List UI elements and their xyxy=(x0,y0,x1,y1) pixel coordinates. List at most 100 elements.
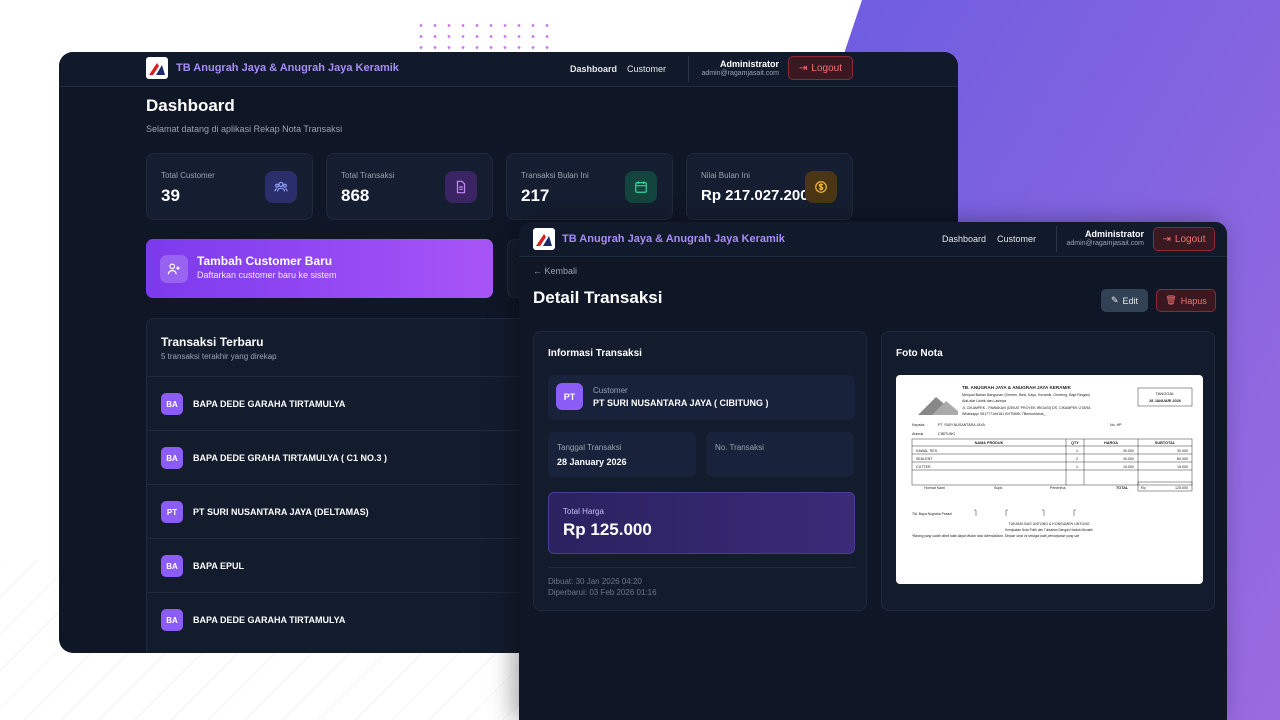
document-icon xyxy=(445,171,477,203)
nota-hormat: Hormat Kami xyxy=(924,486,945,490)
nav-dashboard[interactable]: Dashboard xyxy=(570,64,617,74)
page-subtitle: Selamat datang di aplikasi Rekap Nota Tr… xyxy=(146,124,343,134)
user-plus-icon xyxy=(160,255,188,283)
top-navbar: TB Anugrah Jaya & Anugrah Jaya Keramik D… xyxy=(519,222,1227,257)
nota-desc1: Menjual Bahan Bangunan (Semen, Besi, Kay… xyxy=(962,393,1090,397)
total-box: Total Harga Rp 125.000 xyxy=(548,492,855,554)
avatar: BA xyxy=(161,609,183,631)
avatar: BA xyxy=(161,555,183,577)
page-title: Dashboard xyxy=(146,96,235,115)
customer-name: PT SURI NUSANTARA JAYA (DELTAMAS) xyxy=(193,507,369,517)
user-email: admin@ragamjasait.com xyxy=(701,70,779,77)
divider xyxy=(548,567,855,568)
stat-value: 868 xyxy=(341,186,370,205)
nota-row-qty: 1 xyxy=(1076,465,1078,469)
back-label: Kembali xyxy=(544,266,578,276)
page-title: Detail Transaksi xyxy=(533,288,663,307)
updated-at: Diperbarui: 03 Feb 2026 01:16 xyxy=(548,588,657,597)
customer-box: PT Customer PT SURI NUSANTARA JAYA ( CIB… xyxy=(548,375,855,420)
nota-row-qty: 1 xyxy=(1076,449,1078,453)
nota-kepada-label: Kepada xyxy=(912,423,924,427)
nota-alamat-value: CIBITUNG xyxy=(938,432,955,436)
receipt-logo xyxy=(918,397,958,415)
customer-name: BAPA DEDE GRAHA TIRTAMULYA ( C1 NO.3 ) xyxy=(193,453,388,463)
customer-label: Customer xyxy=(593,386,628,395)
stat-card-transaksi: Total Transaksi 868 xyxy=(326,153,493,220)
coin-icon xyxy=(805,171,837,203)
brand-logo[interactable] xyxy=(533,228,555,250)
avatar: PT xyxy=(556,383,583,410)
add-customer-button[interactable]: Tambah Customer Baru Daftarkan customer … xyxy=(146,239,493,298)
total-label: Total Harga xyxy=(563,507,604,516)
logout-icon: ⇥ xyxy=(1162,233,1171,245)
nota-sign-marks xyxy=(974,509,1076,516)
nav-dashboard[interactable]: Dashboard xyxy=(942,234,986,244)
stat-label: Total Customer xyxy=(161,171,215,180)
logout-label: Logout xyxy=(1174,233,1206,245)
stat-label: Nilai Bulan Ini xyxy=(701,171,750,180)
nota-date-label: TANGGAL xyxy=(1156,391,1176,396)
cta-subtitle: Daftarkan customer baru ke sistem xyxy=(197,270,337,280)
back-link[interactable]: ← Kembali xyxy=(533,266,577,276)
brand-name[interactable]: TB Anugrah Jaya & Anugrah Jaya Keramik xyxy=(562,233,785,245)
avatar: PT xyxy=(161,501,183,523)
number-label: No. Transaksi xyxy=(715,443,764,452)
decor-dots xyxy=(414,20,549,50)
nota-foot2: Kemjuakan Nota Putih dan Tulisahan Denga… xyxy=(1005,528,1093,532)
delete-label: Hapus xyxy=(1180,295,1207,306)
stat-label: Total Transaksi xyxy=(341,171,395,180)
customer-name: BAPA DEDE GARAHA TIRTAMULYA xyxy=(193,399,346,409)
stat-value: 39 xyxy=(161,186,180,205)
nota-header-qty: QTY xyxy=(1071,441,1079,445)
customer-name[interactable]: PT SURI NUSANTARA JAYA ( CIBITUNG ) xyxy=(593,398,769,408)
nota-store: TB. ANUGRAH JAYA & ANUGRAH JAYA KERAMIK xyxy=(962,385,1072,390)
logout-label: Logout xyxy=(811,62,842,74)
nota-total-value: 125.000 xyxy=(1175,486,1188,490)
delete-button[interactable]: 🗑 Hapus xyxy=(1156,289,1216,312)
top-navbar: TB Anugrah Jaya & Anugrah Jaya Keramik D… xyxy=(59,52,958,87)
edit-label: Edit xyxy=(1122,295,1139,306)
nota-row-subtotal: 80.000 xyxy=(1177,457,1188,461)
cta-title: Tambah Customer Baru xyxy=(197,254,333,268)
panel-subtitle: 5 transaksi terakhir yang direkap xyxy=(161,352,277,361)
user-name: Administrator xyxy=(719,59,779,69)
stat-card-customer: Total Customer 39 xyxy=(146,153,313,220)
transaction-info-card: Informasi Transaksi PT Customer PT SURI … xyxy=(533,331,867,611)
user-name: Administrator xyxy=(1084,229,1144,239)
nota-row-subtotal: 30.000 xyxy=(1177,449,1188,453)
date-value: 28 January 2026 xyxy=(557,457,627,467)
nota-header-subtotal: SUBTOTAL xyxy=(1155,441,1176,445)
nota-header-produk: NAMA PRODUK xyxy=(975,441,1004,445)
nota-total-label: TOTAL xyxy=(1116,486,1129,490)
panel-title: Transaksi Terbaru xyxy=(161,335,264,349)
nota-row-qty: 2 xyxy=(1076,457,1078,461)
avatar: BA xyxy=(161,393,183,415)
receipt-photo-card: Foto Nota TB. ANUGRAH JAYA & ANUGRAH JAY… xyxy=(881,331,1215,611)
nota-kepada-value: PT. SURI NUSANTARA JAYA xyxy=(938,423,986,427)
arrow-left-icon: ← xyxy=(533,266,545,276)
brand-logo[interactable] xyxy=(146,57,168,79)
avatar: BA xyxy=(161,447,183,469)
users-icon xyxy=(265,171,297,203)
nota-table-grid xyxy=(911,438,1193,492)
logout-button[interactable]: ⇥ Logout xyxy=(788,56,853,80)
trash-icon: 🗑 xyxy=(1165,295,1177,305)
receipt-image[interactable]: TB. ANUGRAH JAYA & ANUGRAH JAYA KERAMIK … xyxy=(896,375,1203,584)
nota-supir: Supir, xyxy=(994,486,1003,490)
nota-penerima: Penerima, xyxy=(1050,486,1066,490)
detail-window: TB Anugrah Jaya & Anugrah Jaya Keramik D… xyxy=(519,222,1227,720)
nota-nohp-label: No. HP xyxy=(1110,423,1122,427)
number-box: No. Transaksi xyxy=(706,432,854,477)
total-value: Rp 125.000 xyxy=(563,520,652,539)
nota-row-price: 40.000 xyxy=(1123,457,1134,461)
nota-desc2: Alat-alat Listrik dan Lainnya xyxy=(962,399,1006,403)
calendar-icon xyxy=(625,171,657,203)
edit-button[interactable]: ✎ Edit xyxy=(1101,289,1148,312)
nota-row-name: SEALENT xyxy=(916,457,933,461)
nota-row-name: KAWAL TIES xyxy=(916,449,938,453)
nota-total-rp: Rp xyxy=(1141,486,1146,490)
logout-icon: ⇥ xyxy=(799,62,808,74)
nota-row-subtotal: 15.000 xyxy=(1177,465,1188,469)
logout-button[interactable]: ⇥ Logout xyxy=(1153,227,1215,251)
brand-name[interactable]: TB Anugrah Jaya & Anugrah Jaya Keramik xyxy=(176,62,399,74)
